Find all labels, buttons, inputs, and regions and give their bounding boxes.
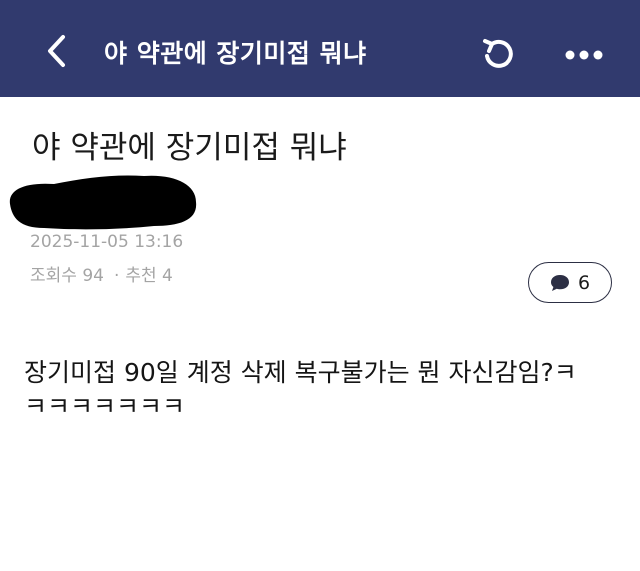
more-dots-icon — [565, 50, 603, 60]
comment-count-button[interactable]: 6 — [528, 262, 612, 303]
post-date: 2025-11-05 13:16 — [30, 232, 184, 252]
post-body-line: ㅋㅋㅋㅋㅋㅋㅋ — [24, 392, 186, 421]
speech-bubble-icon — [550, 274, 569, 291]
top-app-bar: 야 약관에 장기미접 뭐냐 — [0, 0, 640, 97]
recommend-count: 추천 4 — [125, 266, 173, 286]
view-count: 조회수 94 — [30, 266, 104, 286]
refresh-button[interactable] — [478, 34, 518, 74]
author-name-redacted — [9, 175, 197, 230]
meta-separator: · — [113, 266, 120, 286]
more-options-button[interactable] — [560, 38, 608, 72]
post-body: 장기미접 90일 계정 삭제 복구불가는 뭔 자신감임?ㅋ ㅋㅋㅋㅋㅋㅋㅋ — [24, 356, 624, 424]
chevron-left-icon — [48, 35, 65, 67]
comment-count: 6 — [577, 271, 591, 294]
post-stats: 조회수 94 · 추천 4 — [30, 264, 173, 288]
header-title: 야 약관에 장기미접 뭐냐 — [104, 39, 367, 68]
back-button[interactable] — [40, 34, 74, 68]
post-title: 야 약관에 장기미접 뭐냐 — [32, 130, 347, 166]
post-body-line: 장기미접 90일 계정 삭제 복구불가는 뭔 자신감임?ㅋ — [24, 358, 577, 387]
refresh-icon — [483, 39, 513, 68]
